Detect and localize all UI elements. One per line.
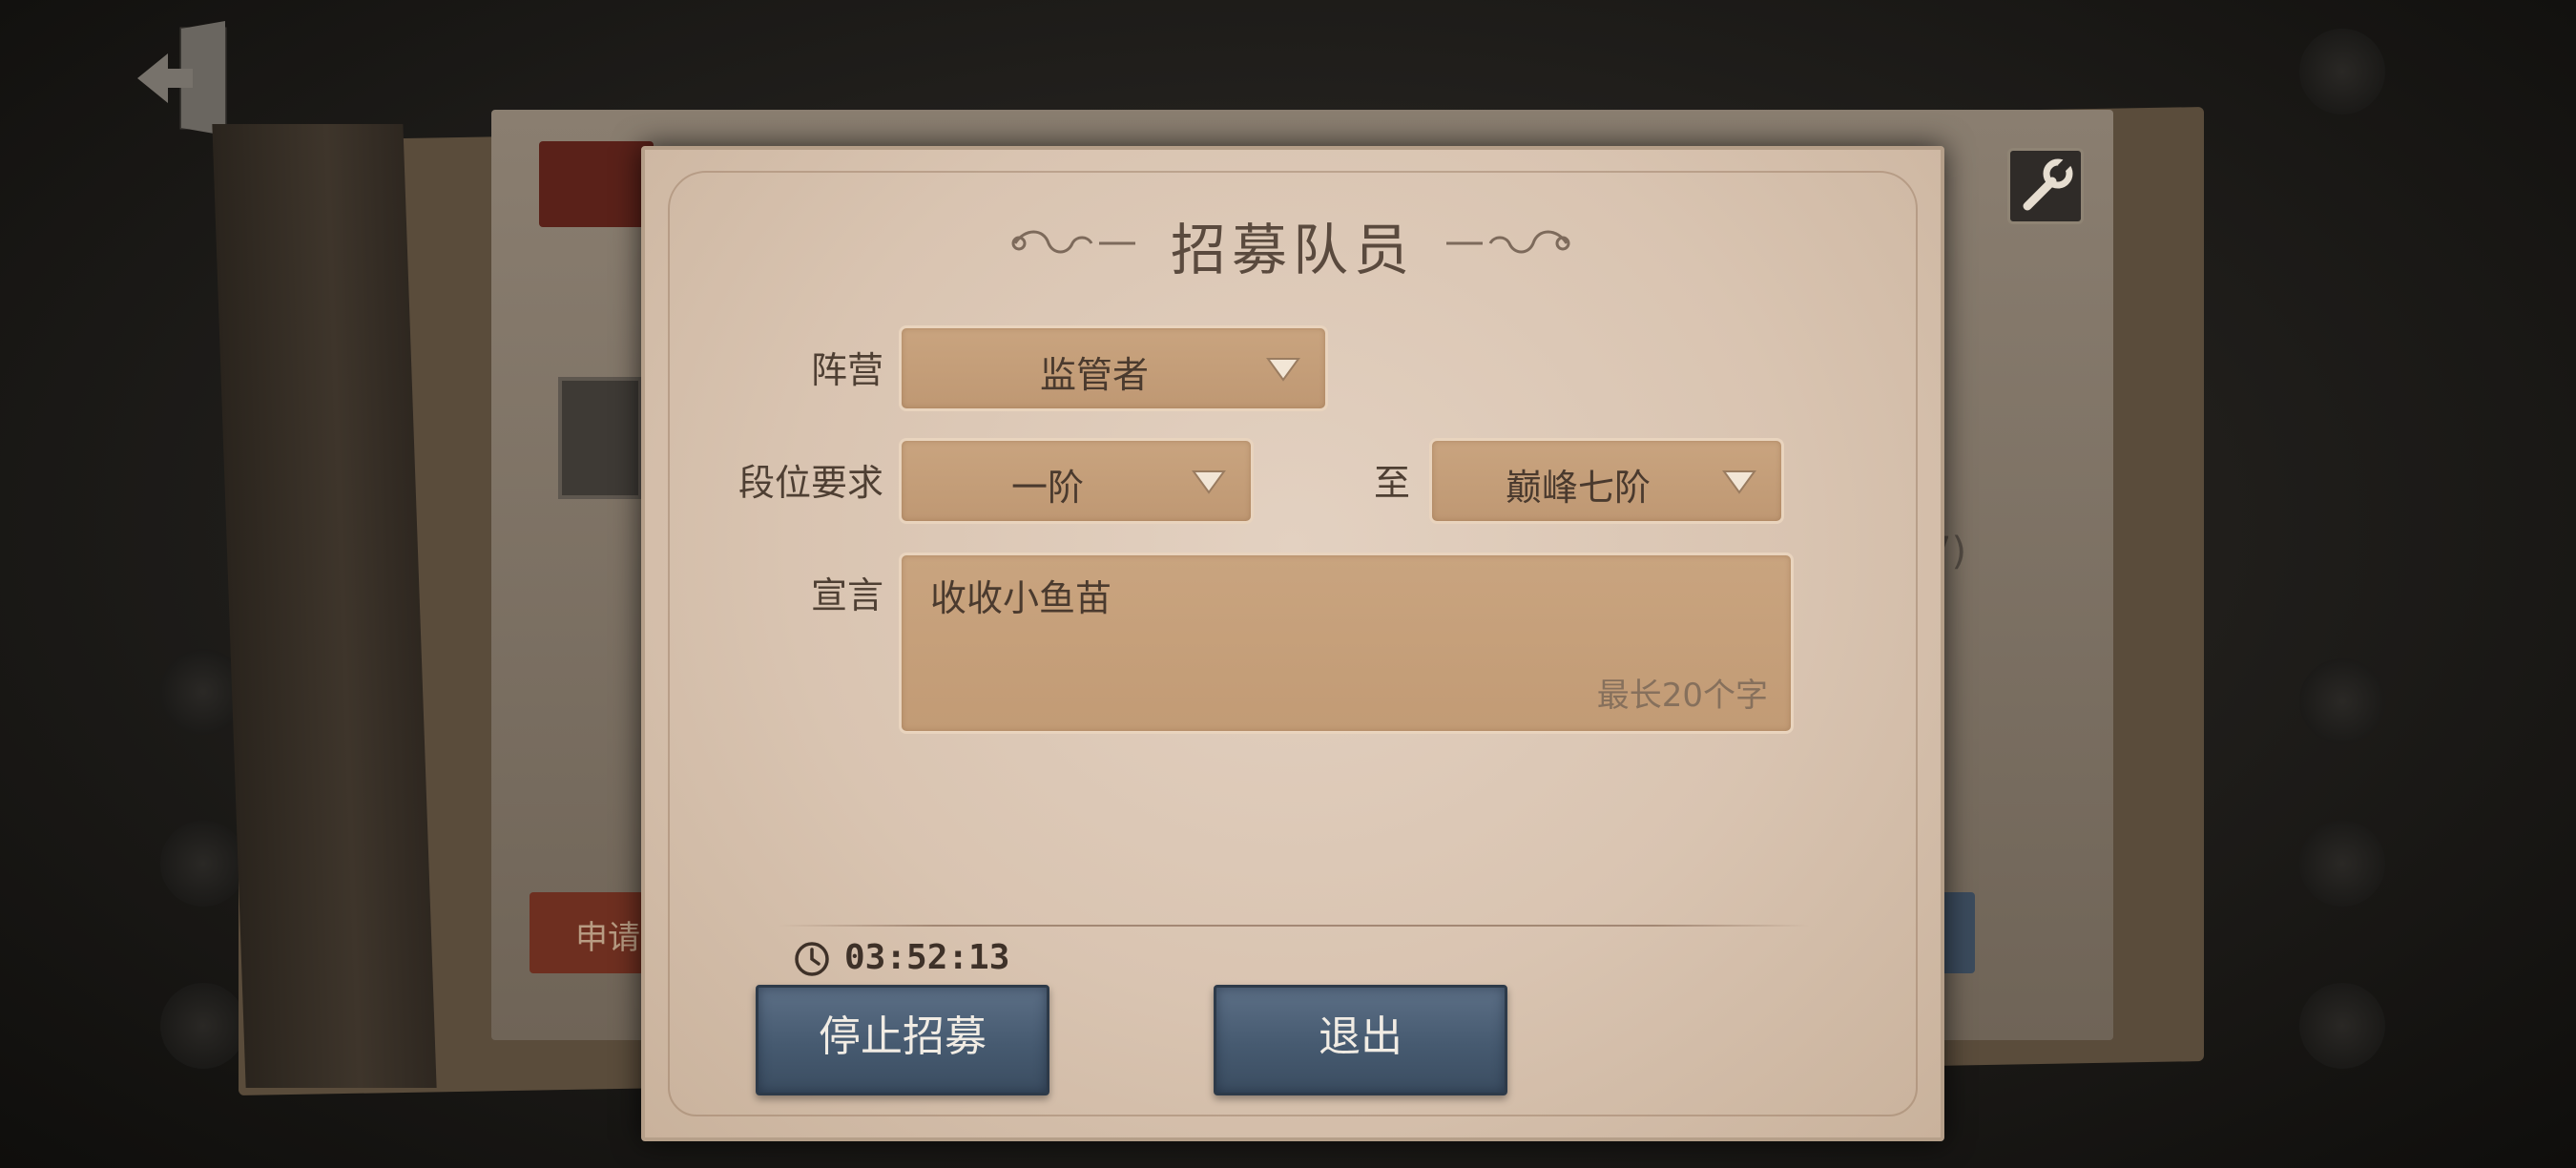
background-red-tab [539,141,654,227]
wrench-icon [2023,157,2073,211]
dialog-divider [779,925,1809,927]
stop-recruit-label: 停止招募 [819,1012,987,1061]
chevron-down-icon [1266,358,1300,382]
sidebar-icon-6 [2299,821,2385,907]
faction-value: 监管者 [1039,354,1149,396]
rank-to-label: 至 [1373,462,1410,504]
background-apply-label: 申请 [575,919,640,957]
background-apply-button: 申请 [530,892,644,973]
rank-to-value: 巅峰七阶 [1505,467,1651,509]
sidebar-icon-2 [160,821,246,907]
declaration-value: 收收小鱼苗 [930,577,1112,619]
declaration-hint: 最长20个字 [1596,677,1768,715]
chevron-down-icon [1722,470,1756,494]
declaration-input[interactable]: 收收小鱼苗 最长20个字 [899,553,1794,734]
sidebar-icon-3 [160,983,246,1069]
clock-icon [795,942,829,976]
background-avatar [558,377,642,499]
exit-button[interactable]: 退出 [1214,985,1507,1095]
faction-dropdown[interactable]: 监管者 [899,325,1328,411]
sidebar-icon-5 [2299,658,2385,744]
timer-value: 03:52:13 [844,938,1010,977]
exit-icon[interactable] [134,21,239,136]
declaration-label: 宣言 [810,574,883,616]
settings-button[interactable] [2007,148,2084,224]
title-ornament-icon [1446,230,1570,254]
background-folder-flap [212,124,437,1088]
exit-label: 退出 [1319,1012,1402,1061]
rank-label: 段位要求 [737,462,883,504]
rank-from-value: 一阶 [1010,467,1084,509]
stop-recruit-button[interactable]: 停止招募 [756,985,1049,1095]
sidebar-icon-7 [2299,983,2385,1069]
rank-to-dropdown[interactable]: 巅峰七阶 [1429,438,1784,524]
sidebar-icon-4 [2299,29,2385,115]
faction-label: 阵营 [810,349,883,391]
rank-from-dropdown[interactable]: 一阶 [899,438,1254,524]
recruit-dialog: 招募队员 阵营 监管者 段位要求 一阶 至 巅峰七阶 宣言 收收小鱼苗 最长20… [641,146,1944,1141]
chevron-down-icon [1192,470,1226,494]
dialog-title: 招募队员 [1170,218,1415,282]
